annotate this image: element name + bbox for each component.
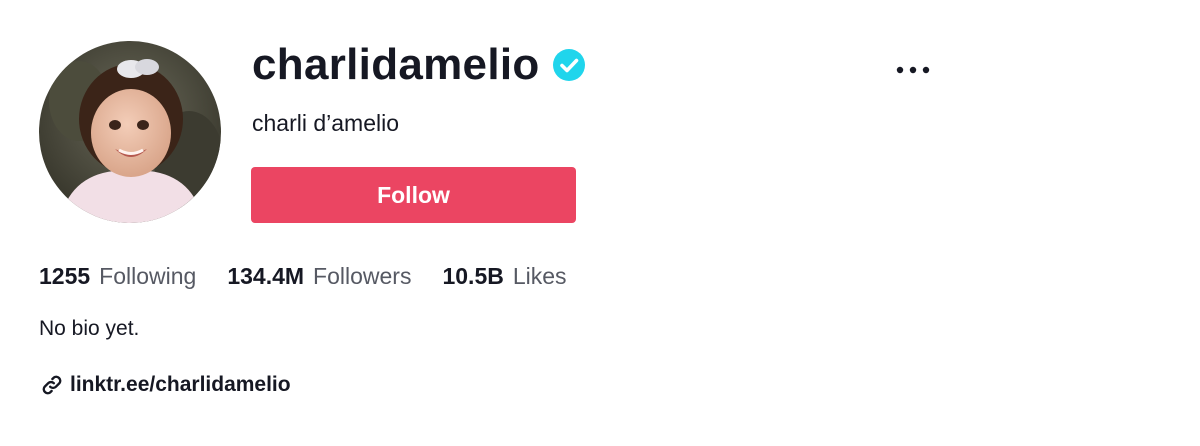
display-name: charli d’amelio [252,110,400,136]
stat-likes-value: 10.5B [442,262,504,289]
stat-likes-label: Likes [512,262,567,289]
stat-following-label: Following [99,262,197,289]
verified-check-icon [552,48,586,82]
profile-stats: 1255 Following 134.4M Followers 10.5B Li… [39,258,598,294]
follow-button[interactable]: Follow [251,167,576,223]
link-icon [40,373,64,397]
avatar[interactable] [39,41,221,223]
stat-following[interactable]: 1255 Following [39,263,196,290]
username-row: charlidamelio [252,34,586,96]
stat-likes: 10.5B Likes [442,263,566,290]
stat-followers[interactable]: 134.4M Followers [227,263,411,290]
stat-followers-value: 134.4M [227,262,305,289]
stat-following-value: 1255 [39,262,91,289]
bio-text: No bio yet. [39,317,140,340]
username: charlidamelio [252,40,540,89]
ellipsis-icon[interactable] [890,58,936,82]
profile-link[interactable]: linktr.ee/charlidamelio [40,370,291,400]
stat-followers-label: Followers [313,262,412,289]
profile-header: charlidamelio charli d’amelio Follow 125… [0,0,1200,446]
avatar-image [39,41,221,223]
link-text[interactable]: linktr.ee/charlidamelio [70,373,291,397]
